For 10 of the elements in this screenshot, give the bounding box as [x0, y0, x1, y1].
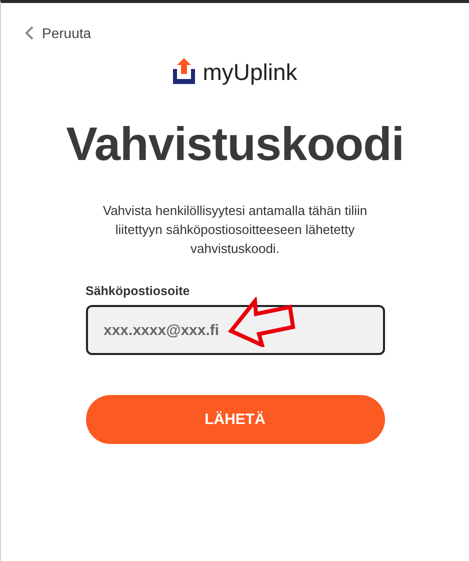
submit-button[interactable]: LÄHETÄ: [86, 395, 384, 444]
chevron-left-icon: [25, 26, 34, 40]
arrow-drawing: [228, 297, 296, 347]
description: Vahvista henkilöllisyytesi antamalla tähän tiliin liitettyyn sähköpostiosoitteeseen lähetetty vahvistuskoodi.: [102, 202, 368, 258]
logo-text: myUplink: [202, 58, 298, 86]
upload-icon: [172, 58, 195, 86]
back-link[interactable]: Peruuta: [25, 25, 92, 41]
field-label: Sähköpostiosoite: [86, 284, 191, 298]
page-title: Vahvistuskoodi: [65, 116, 405, 171]
email-field[interactable]: xxx.xxxx@xxx.fi: [86, 305, 384, 355]
